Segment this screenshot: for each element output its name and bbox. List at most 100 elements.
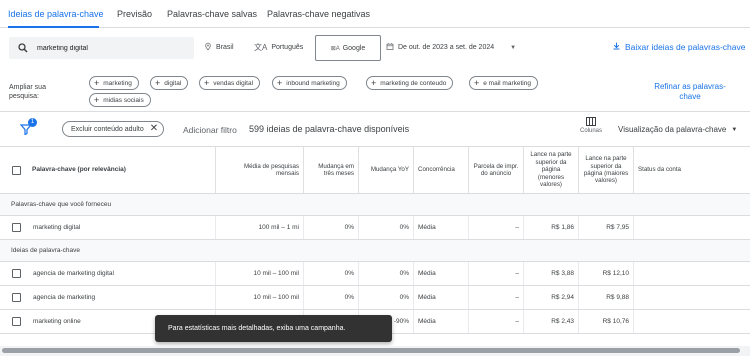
avg-searches-cell: 100 mil – 1 mi [258, 224, 299, 231]
column-divider [413, 310, 414, 333]
column-divider [633, 262, 634, 285]
plus-icon: + [155, 77, 161, 88]
filter-count-badge: 1 [28, 118, 37, 127]
select-all-checkbox[interactable] [12, 166, 21, 175]
header-yoy-change[interactable]: Mudança YoY [358, 147, 413, 193]
suggestion-chip[interactable]: + digital [150, 76, 189, 90]
network-label: Google [342, 44, 366, 52]
avg-searches-cell: 10 mil – 100 mil [253, 270, 299, 277]
column-divider [413, 216, 414, 239]
download-label: Baixar ideias de palavras-chave [625, 42, 746, 52]
filter-bar: 1 Excluir conteúdo adulto ✕ Adicionar fi… [0, 112, 750, 146]
campaign-stats-toast: Para estatísticas mais detalhadas, exiba… [155, 315, 392, 342]
bid-low-cell: R$ 3,88 [551, 270, 574, 277]
filter-chip-label: Excluir conteúdo adulto [71, 125, 144, 133]
search-icon [17, 41, 29, 59]
suggestion-chip[interactable]: + midias sociais [89, 93, 151, 107]
suggestion-chip[interactable]: + marketing [89, 76, 139, 90]
table-header: Palavra-chave (por relevância) Média de … [0, 146, 750, 194]
yoy-cell: 0% [399, 224, 409, 231]
keyword-search-box[interactable] [9, 37, 194, 59]
table-row[interactable]: agencia de marketing digital 10 mil – 10… [0, 262, 750, 286]
suggestion-chip[interactable]: + inbound marketing [272, 76, 347, 90]
suggestion-chip[interactable]: + marketing de conteudo [366, 76, 454, 90]
plus-icon: + [204, 77, 210, 88]
competition-cell: Média [418, 294, 436, 301]
impression-share-cell: – [515, 318, 519, 325]
tab-forecast[interactable]: Previsão [117, 9, 152, 19]
bid-low-cell: R$ 2,43 [551, 318, 574, 325]
row-checkbox[interactable] [12, 317, 21, 326]
header-keyword[interactable]: Palavra-chave (por relevância) [28, 147, 215, 193]
table-row[interactable]: marketing digital 100 mil – 1 mi 0% 0% M… [0, 216, 750, 240]
header-competition[interactable]: Concorrência [413, 147, 468, 193]
section-provided-keywords: Palavras-chave que você forneceu [0, 194, 750, 216]
columns-button[interactable]: Colunas [577, 117, 605, 134]
add-filter-button[interactable]: Adicionar filtro [183, 125, 237, 135]
header-impression-share[interactable]: Parcela de impr. do anúncio [468, 147, 523, 193]
three-month-cell: 0% [344, 224, 354, 231]
keyword-count-text: 599 ideias de palavra-chave disponíveis [249, 124, 410, 134]
view-selector[interactable]: Visualização da palavra-chave ▼ [618, 125, 737, 134]
header-account-status[interactable]: Status da conta [633, 147, 750, 193]
competition-cell: Média [418, 318, 436, 325]
plus-icon: + [474, 77, 480, 88]
tab-saved-keywords[interactable]: Palavras-chave salvas [167, 9, 257, 19]
bid-low-cell: R$ 1,86 [551, 224, 574, 231]
plus-icon: + [94, 94, 100, 105]
competition-cell: Média [418, 270, 436, 277]
impression-share-cell: – [515, 224, 519, 231]
dropdown-arrow-icon: ▼ [510, 44, 517, 51]
keyword-cell: marketing digital [33, 224, 81, 231]
column-divider [413, 286, 414, 309]
filter-chip-adult-content[interactable]: Excluir conteúdo adulto ✕ [62, 121, 165, 137]
bid-high-cell: R$ 12,10 [602, 270, 629, 277]
suggestion-chip[interactable]: + vendas digital [199, 76, 261, 90]
columns-label: Colunas [579, 128, 602, 134]
language-label: Português [271, 44, 304, 51]
download-ideas-button[interactable]: Baixar ideias de palavras-chave [612, 41, 745, 53]
bid-high-cell: R$ 9,88 [606, 294, 629, 301]
close-icon[interactable]: ✕ [150, 124, 158, 134]
search-network-selector[interactable]: ⊠A Google [315, 35, 381, 61]
broaden-search-bar: Ampliar sua pesquisa: + marketing + digita… [0, 68, 750, 112]
date-range-label: De out. de 2023 a set. de 2024 [398, 44, 495, 51]
table-row[interactable]: agencia de marketing 10 mil – 100 mil 0%… [0, 286, 750, 310]
tab-negative-keywords[interactable]: Palavras-chave negativas [267, 9, 370, 19]
broaden-search-label: Ampliar sua pesquisa: [9, 84, 46, 100]
language-selector[interactable]: 文A Português [254, 42, 303, 53]
column-divider [633, 216, 634, 239]
row-checkbox[interactable] [12, 293, 21, 302]
refine-keywords-button[interactable]: Refinar as palavras-chave [650, 82, 730, 102]
header-bid-low[interactable]: Lance na parte superior da página (menor… [523, 147, 578, 193]
row-checkbox[interactable] [12, 223, 21, 232]
header-bid-high[interactable]: Lance na parte superior da página (maior… [578, 147, 633, 193]
location-pin-icon [204, 42, 212, 53]
network-icon: ⊠A [330, 45, 340, 52]
impression-share-cell: – [515, 270, 519, 277]
suggestion-chip[interactable]: + e mail marketing [469, 76, 538, 90]
plus-icon: + [94, 77, 100, 88]
date-range-selector[interactable]: De out. de 2023 a set. de 2024 ▼ [386, 42, 516, 53]
dropdown-arrow-icon: ▼ [731, 126, 738, 133]
row-checkbox[interactable] [12, 269, 21, 278]
avg-searches-cell: 10 mil – 100 mil [253, 294, 299, 301]
calendar-icon [386, 42, 394, 53]
scrollbar-thumb[interactable] [2, 348, 740, 353]
search-input[interactable] [37, 41, 187, 55]
horizontal-scrollbar[interactable] [0, 346, 750, 356]
location-label: Brasil [216, 44, 234, 51]
keyword-cell: agencia de marketing digital [33, 270, 114, 277]
bid-high-cell: R$ 7,95 [606, 224, 629, 231]
header-avg-searches[interactable]: Média de pesquisas mensais [215, 147, 303, 193]
yoy-cell: 0% [399, 270, 409, 277]
header-three-month-change[interactable]: Mudança em três meses [303, 147, 358, 193]
keyword-cell: marketing online [33, 318, 81, 325]
download-icon [612, 41, 621, 53]
tab-bar: Ideias de palavra-chave Previsão Palavra… [0, 0, 750, 28]
tab-keyword-ideas[interactable]: Ideias de palavra-chave [8, 9, 104, 19]
location-selector[interactable]: Brasil [204, 42, 234, 53]
bid-high-cell: R$ 10,76 [602, 318, 629, 325]
three-month-cell: 0% [344, 270, 354, 277]
search-toolbar: Brasil 文A Português ⊠A Google De out. de… [0, 28, 750, 68]
